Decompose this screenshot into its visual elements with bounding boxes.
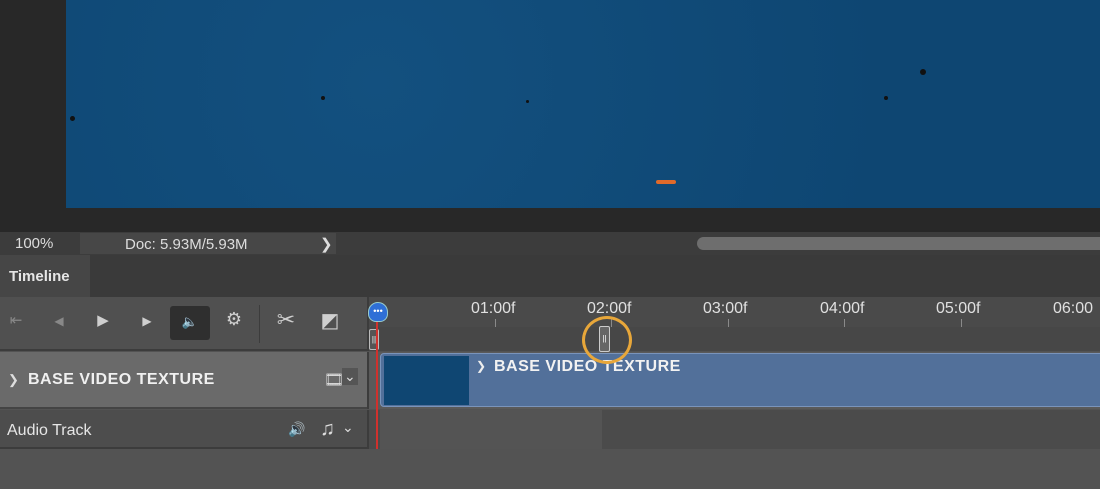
audio-track-header[interactable]: Audio Track 🔊 ♫ ⌄	[0, 410, 367, 449]
tick-label: 05:00f	[936, 300, 981, 317]
transition-icon[interactable]: ◩	[317, 308, 343, 333]
timeline-controls: ⇤ ◀ ▶ ▶ 🔈 ⚙ ✂ ◩	[0, 297, 367, 351]
panel-tab-bar: Timeline	[0, 255, 1100, 297]
audio-lane-region	[380, 410, 602, 449]
document-image[interactable]	[66, 0, 1100, 208]
video-clip[interactable]: ❯ BASE VIDEO TEXTURE	[380, 353, 1100, 407]
time-ruler[interactable]: 01:00f 02:00f 03:00f 04:00f 05:00f 06:00	[367, 297, 1100, 337]
tick-label: 01:00f	[471, 300, 516, 317]
speaker-icon: 🔈	[181, 314, 199, 329]
tick-label: 03:00f	[703, 300, 748, 317]
chevron-down-icon[interactable]: ⌄	[342, 368, 358, 385]
panel-footer	[0, 449, 1100, 489]
work-area-bar[interactable]	[367, 327, 1100, 351]
zoom-level[interactable]: 100%	[15, 235, 53, 252]
tick-label: 04:00f	[820, 300, 865, 317]
gear-icon[interactable]: ⚙	[221, 309, 247, 330]
speaker-icon[interactable]: 🔊	[288, 421, 305, 438]
playhead-handle[interactable]: •••	[368, 302, 388, 322]
scissors-icon[interactable]: ✂	[273, 307, 299, 333]
status-menu-arrow[interactable]: ❯	[320, 235, 333, 253]
clip-thumbnail	[384, 356, 469, 405]
go-to-first-frame-icon[interactable]: ⇤	[3, 311, 29, 329]
next-frame-icon[interactable]: ▶	[134, 314, 160, 328]
expand-icon[interactable]: ❯	[476, 359, 486, 373]
divider	[259, 305, 260, 343]
canvas-area	[0, 0, 1100, 232]
video-track-header[interactable]: ❯ BASE VIDEO TEXTURE 🎞 ⌄	[0, 352, 367, 409]
video-track-name: BASE VIDEO TEXTURE	[28, 371, 215, 388]
play-icon[interactable]: ▶	[90, 311, 116, 329]
music-note-icon[interactable]: ♫	[320, 418, 335, 441]
expand-icon[interactable]: ❯	[8, 372, 19, 388]
playhead-line[interactable]	[376, 318, 378, 449]
mute-audio-button[interactable]: 🔈	[170, 306, 210, 340]
tab-timeline[interactable]: Timeline	[0, 255, 90, 297]
doc-size: Doc: 5.93M/5.93M	[80, 233, 336, 254]
audio-track-name: Audio Track	[7, 422, 92, 439]
chevron-down-icon[interactable]: ⌄	[342, 419, 354, 436]
clip-name: BASE VIDEO TEXTURE	[494, 358, 681, 375]
horizontal-scrollbar[interactable]	[697, 237, 1100, 250]
status-bar: 100% Doc: 5.93M/5.93M ❯	[0, 232, 1100, 255]
highlight-circle	[582, 316, 632, 364]
tick-label: 06:00	[1053, 300, 1094, 317]
previous-frame-icon[interactable]: ◀	[46, 314, 72, 328]
